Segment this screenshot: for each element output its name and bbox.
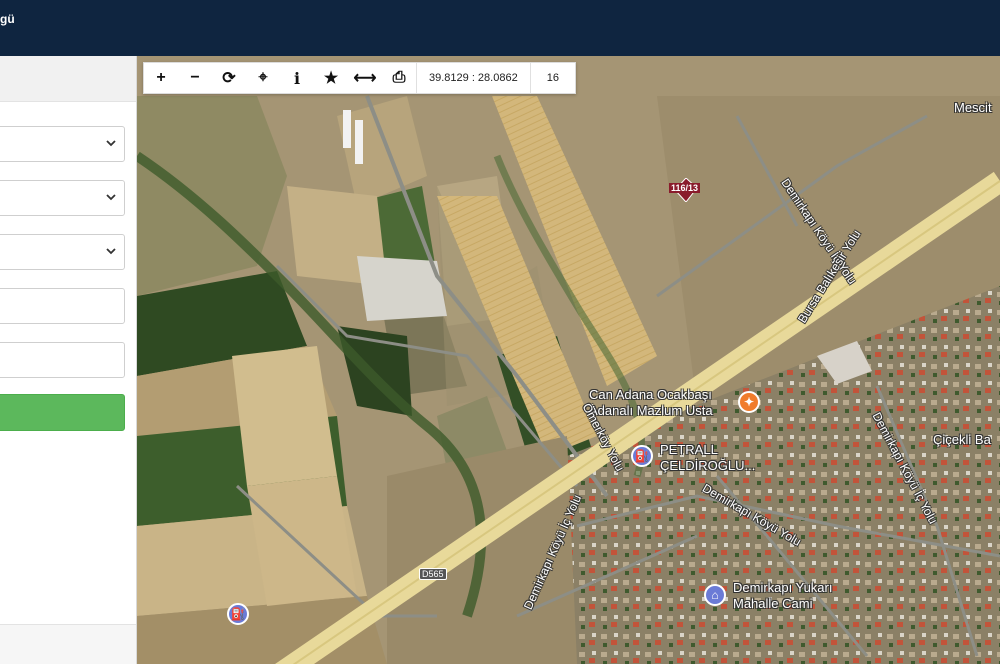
measure-button[interactable]: ⟷ [348, 63, 382, 93]
refresh-button[interactable]: ⟳ [212, 63, 246, 93]
text-input-2[interactable] [0, 343, 124, 377]
zoom-out-button[interactable]: − [178, 63, 212, 93]
submit-button[interactable] [0, 394, 125, 431]
select-field-1[interactable] [0, 126, 125, 162]
sidebar-panel [0, 56, 137, 664]
poi-label-petrall-1: PETRALL [660, 442, 718, 457]
chevron-down-icon [106, 248, 116, 255]
select-field-3[interactable] [0, 234, 125, 270]
plus-icon: + [156, 69, 166, 86]
fuel-station-icon[interactable]: ⛽ [631, 445, 653, 467]
place-label-mescit: Mescit [954, 100, 992, 115]
poi-label-can-adana-1: Can Adana Ocakbaşı [589, 387, 712, 402]
map-view[interactable]: + − ⟳ ⌖ i ★ ⟷ ⎙ 39.8129 : 28.0862 16 116… [137, 56, 1000, 664]
app-title: gü [0, 12, 15, 26]
poi-label-petrall-2: ÇELDİROĞLU... [660, 458, 756, 473]
poi-label-can-adana-2: Adanalı Mazlum Usta [589, 403, 713, 418]
restaurant-icon[interactable]: ✦ [738, 391, 760, 413]
text-input-1[interactable] [0, 289, 124, 323]
mosque-icon[interactable]: ⌂ [704, 584, 726, 606]
fuel-station-icon-west[interactable]: ⛽ [227, 603, 249, 625]
zoom-in-button[interactable]: + [144, 63, 178, 93]
place-label-cicekli: Çiçekli Ba [933, 432, 991, 447]
select-field-2[interactable] [0, 180, 125, 216]
poi-label-cami-1: Demirkapı Yukarı [733, 580, 833, 595]
top-bar: gü [0, 0, 1000, 56]
chevron-down-icon [106, 194, 116, 201]
poi-label-cami-2: Mahalle Cami [733, 596, 813, 611]
sidebar-header [0, 56, 136, 102]
satellite-imagery [137, 56, 1000, 664]
chevron-down-icon [106, 140, 116, 147]
print-icon: ⎙ [392, 69, 406, 86]
star-icon: ★ [323, 70, 339, 87]
print-button[interactable]: ⎙ [382, 63, 416, 93]
route-shield-d565: D565 [419, 568, 447, 580]
locate-button[interactable]: ⌖ [246, 63, 280, 93]
text-field-2[interactable] [0, 342, 125, 378]
measure-icon: ⟷ [353, 70, 377, 87]
text-field-1[interactable] [0, 288, 125, 324]
favorite-button[interactable]: ★ [314, 63, 348, 93]
sidebar-footer [0, 624, 136, 664]
zoom-level-readout: 16 [529, 63, 575, 93]
parcel-label: 116/13 [669, 183, 701, 193]
info-button[interactable]: i [280, 63, 314, 93]
info-icon: i [293, 68, 301, 88]
minus-icon: − [190, 69, 200, 86]
refresh-icon: ⟳ [222, 70, 236, 87]
coordinate-readout: 39.8129 : 28.0862 [416, 63, 530, 93]
crosshair-icon: ⌖ [258, 69, 268, 86]
map-toolbar: + − ⟳ ⌖ i ★ ⟷ ⎙ 39.8129 : 28.0862 16 [143, 62, 576, 94]
